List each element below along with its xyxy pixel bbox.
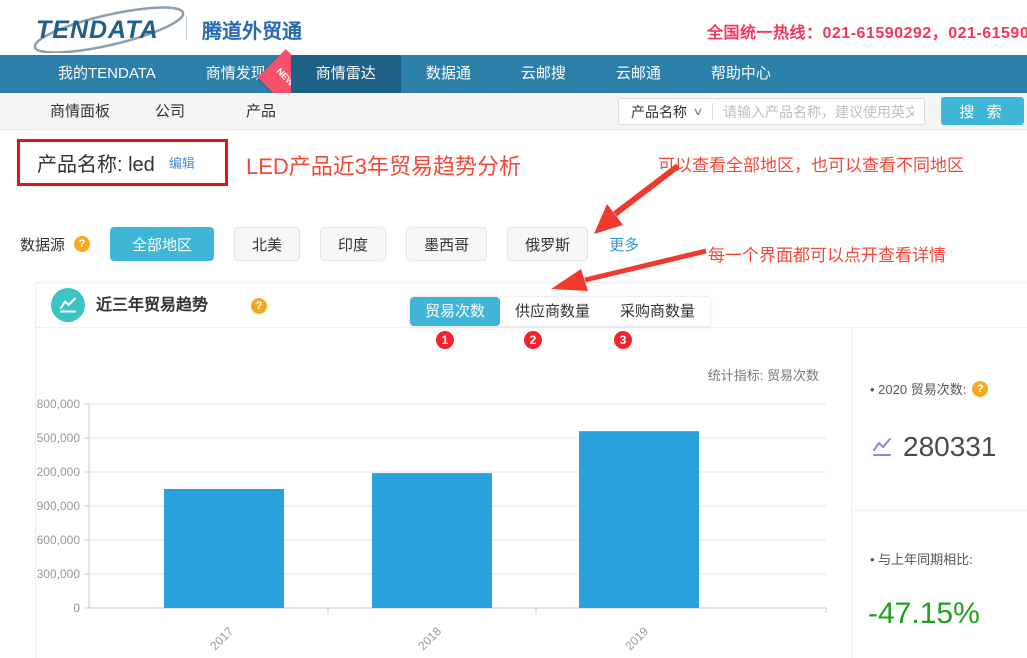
region-button-india[interactable]: 印度: [320, 227, 386, 261]
nav-item-mailpass[interactable]: 云邮通: [591, 55, 686, 93]
svg-text:1,800,000: 1,800,000: [36, 397, 80, 411]
metric-tab-group: 贸易次数 供应商数量 采购商数量: [409, 296, 711, 327]
region-button-north-america[interactable]: 北美: [234, 227, 300, 261]
step-badge-1: 1: [436, 331, 454, 349]
chevron-down-icon: ∨: [692, 105, 703, 118]
stat-current-value: 280331: [903, 431, 996, 463]
hotline-text: 全国统一热线：021-61590292，021-61590275: [707, 19, 1027, 43]
datasource-help-icon[interactable]: ?: [74, 236, 90, 252]
brand-name: 腾道外贸通: [202, 15, 302, 44]
x-axis-label-2018: 2018: [415, 624, 444, 653]
svg-text:0: 0: [73, 601, 80, 615]
stat-divider: [852, 510, 1027, 511]
more-link[interactable]: 更多: [609, 234, 639, 255]
nav-item-discovery[interactable]: 商情发现 NEW: [181, 55, 291, 93]
edit-link[interactable]: 编辑: [169, 153, 195, 172]
stat-yoy-value: -47.15%: [868, 597, 980, 631]
nav-item-my-tendata[interactable]: 我的TENDATA: [33, 55, 181, 93]
nav-item-mailsearch[interactable]: 云邮搜: [496, 55, 591, 93]
subnav-item-product[interactable]: 产品: [246, 93, 276, 130]
annotation-note-regions: 可以查看全部地区，也可以查看不同地区: [658, 151, 964, 176]
bar-2017[interactable]: [164, 489, 284, 608]
trend-card-header: 近三年贸易趋势 ? 贸易次数 供应商数量 采购商数量: [36, 283, 1027, 328]
top-header: TENDATA 腾道外贸通 全国统一热线：021-61590292，021-61…: [0, 0, 1027, 55]
stat-current-row: • 2020 贸易次数: ?: [870, 379, 988, 398]
step-badge-2: 2: [524, 331, 542, 349]
line-chart-icon: [870, 435, 894, 459]
x-axis-label-2017: 2017: [207, 624, 236, 653]
subnav-item-company[interactable]: 公司: [155, 93, 185, 130]
logo-divider: [186, 16, 187, 40]
trend-card: 近三年贸易趋势 ? 贸易次数 供应商数量 采购商数量 1 2 3 统计指标: 贸…: [35, 282, 1027, 658]
stat-yoy-row: • 与上年同期相比:: [870, 549, 973, 568]
search-category-label: 产品名称: [631, 102, 687, 122]
main-nav: 我的TENDATA 商情发现 NEW 商情雷达 数据通 云邮搜 云邮通 帮助中心: [0, 55, 1027, 93]
annotation-note-detail: 每一个界面都可以点开查看详情: [708, 241, 946, 266]
svg-text:600,000: 600,000: [37, 533, 81, 547]
nav-item-datapass[interactable]: 数据通: [401, 55, 496, 93]
svg-text:900,000: 900,000: [37, 499, 81, 513]
stat-panel: • 2020 贸易次数: ? 280331 • 与上年同期相比: -47.15%: [852, 329, 1027, 658]
tab-buyer-count[interactable]: 采购商数量: [605, 297, 710, 326]
sub-nav: 商情面板 公司 产品 产品名称 ∨ 搜 索: [0, 93, 1027, 130]
product-name-label: 产品名称: led: [37, 148, 155, 177]
stat-current-value-row: 280331: [870, 431, 996, 463]
logo-text: TENDATA: [36, 16, 159, 45]
datasource-filter-row: 数据源 ? 全部地区 北美 印度 墨西哥 俄罗斯 更多: [20, 227, 639, 261]
nav-item-discovery-label: 商情发现: [206, 65, 266, 82]
bar-2018[interactable]: [372, 473, 492, 608]
region-button-russia[interactable]: 俄罗斯: [507, 227, 588, 261]
search-input[interactable]: [713, 104, 924, 120]
svg-text:1,500,000: 1,500,000: [36, 431, 80, 445]
search-box: 产品名称 ∨: [618, 98, 925, 125]
region-button-mexico[interactable]: 墨西哥: [406, 227, 487, 261]
arrow-to-more: [594, 166, 678, 234]
region-button-all[interactable]: 全部地区: [110, 227, 214, 261]
tab-supplier-count[interactable]: 供应商数量: [500, 297, 605, 326]
search-button[interactable]: 搜 索: [941, 97, 1024, 125]
x-axis-label-2019: 2019: [622, 624, 651, 653]
stat-current-label: • 2020 贸易次数:: [870, 379, 966, 398]
datasource-label: 数据源: [20, 234, 65, 255]
step-badge-3: 3: [614, 331, 632, 349]
bar-2019[interactable]: [579, 431, 699, 608]
annotation-title: LED产品近3年贸易趋势分析: [246, 149, 521, 181]
nav-item-radar[interactable]: 商情雷达: [291, 55, 401, 93]
nav-item-help[interactable]: 帮助中心: [686, 55, 796, 93]
trend-chart-icon: [51, 288, 85, 322]
trend-chart: 0 300,000 600,000 900,000 1,200,000 1,500,000…: [36, 329, 851, 658]
svg-text:1,200,000: 1,200,000: [36, 465, 80, 479]
stat-current-help-icon[interactable]: ?: [972, 381, 988, 397]
tab-trade-count[interactable]: 贸易次数: [410, 297, 500, 326]
card-title-help-icon[interactable]: ?: [251, 298, 267, 314]
product-name-box: 产品名称: led 编辑: [17, 139, 228, 186]
company-logo[interactable]: TENDATA: [30, 9, 180, 47]
stat-yoy-label: • 与上年同期相比:: [870, 549, 973, 568]
page: TENDATA 腾道外贸通 全国统一热线：021-61590292，021-61…: [0, 0, 1027, 658]
search-category-select[interactable]: 产品名称 ∨: [619, 102, 712, 122]
svg-text:300,000: 300,000: [37, 567, 81, 581]
subnav-item-dashboard[interactable]: 商情面板: [50, 93, 110, 130]
card-title: 近三年贸易趋势: [96, 283, 208, 328]
